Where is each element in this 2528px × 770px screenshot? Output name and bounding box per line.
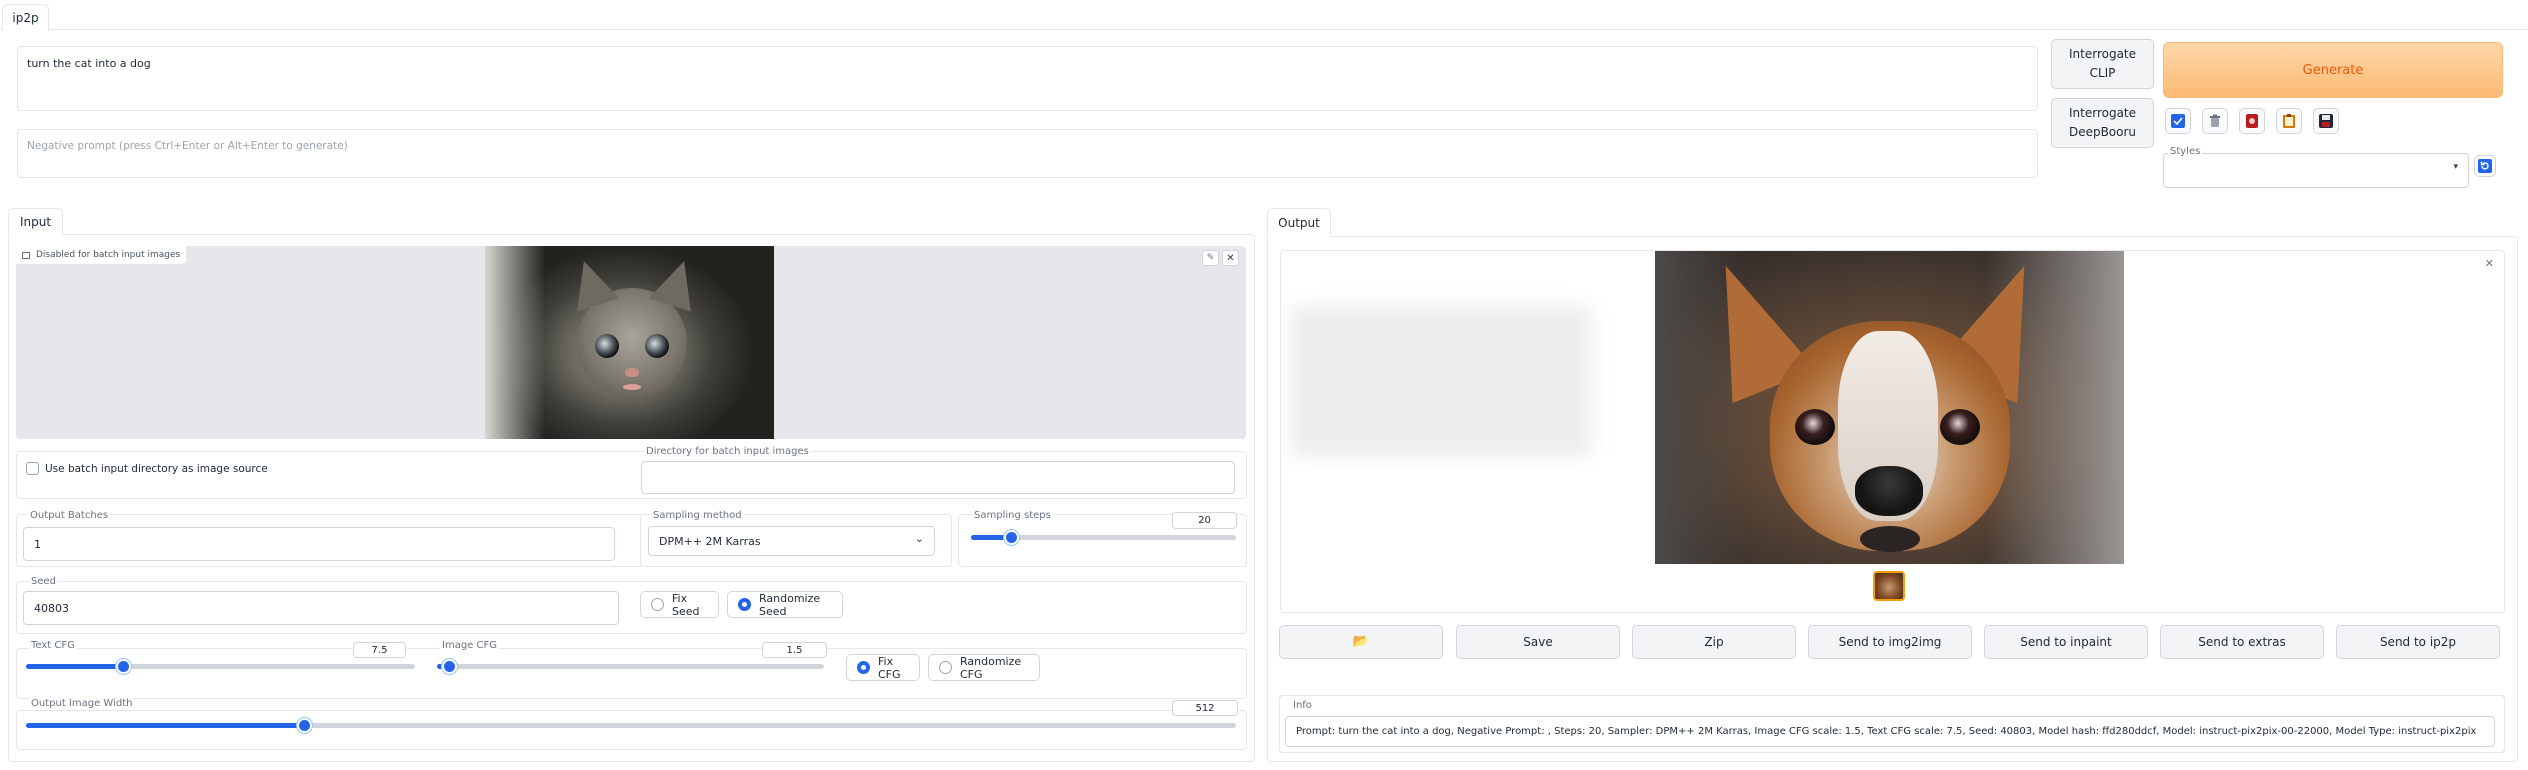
output-batches-label: Output Batches xyxy=(28,510,111,522)
prompt-input[interactable]: turn the cat into a dog xyxy=(17,46,2038,111)
open-folder-button[interactable]: 📂 xyxy=(1279,625,1443,659)
batch-checkbox[interactable] xyxy=(26,462,39,475)
image-cfg-slider[interactable] xyxy=(437,659,824,674)
negative-prompt-input[interactable]: Negative prompt (press Ctrl+Enter or Alt… xyxy=(17,129,2038,178)
fix-seed-radio[interactable]: Fix Seed xyxy=(640,591,719,618)
image-icon xyxy=(22,251,30,259)
checkbox-tool-icon[interactable] xyxy=(2165,108,2191,134)
batch-dir-input[interactable] xyxy=(641,461,1235,494)
batch-checkbox-label: Use batch input directory as image sourc… xyxy=(45,463,268,475)
output-gallery: ✕ xyxy=(1280,250,2505,613)
tab-ip2p[interactable]: ip2p xyxy=(2,4,49,31)
info-text: Prompt: turn the cat into a dog, Negativ… xyxy=(1285,716,2495,747)
image-badge-text: Disabled for batch input images xyxy=(36,250,181,260)
styles-dropdown[interactable]: ▾ xyxy=(2163,153,2469,188)
send-to-img2img-button[interactable]: Send to img2img xyxy=(1808,625,1972,659)
interrogate-deepbooru-label-2: DeepBooru xyxy=(2068,125,2137,139)
width-label: Output Image Width xyxy=(29,698,135,710)
generate-button[interactable]: Generate xyxy=(2163,42,2503,98)
fix-cfg-radio[interactable]: Fix CFG xyxy=(846,654,920,681)
negative-prompt-placeholder: Negative prompt (press Ctrl+Enter or Alt… xyxy=(27,140,348,152)
interrogate-clip-label-2: CLIP xyxy=(2089,66,2116,80)
width-slider[interactable] xyxy=(26,718,1236,733)
sampling-steps-number[interactable]: 20 xyxy=(1172,512,1237,529)
output-thumbnail[interactable] xyxy=(1873,571,1905,601)
interrogate-deepbooru-button[interactable]: Interrogate DeepBooru xyxy=(2051,98,2154,148)
save-button[interactable]: Save xyxy=(1456,625,1620,659)
image-badge: Disabled for batch input images xyxy=(16,246,187,264)
chevron-down-icon: ⌄ xyxy=(914,532,924,545)
text-cfg-number[interactable]: 7.5 xyxy=(353,642,406,658)
sampling-steps-label: Sampling steps xyxy=(972,510,1053,522)
zip-button[interactable]: Zip xyxy=(1632,625,1796,659)
refresh-styles-icon[interactable] xyxy=(2474,155,2496,177)
image-cfg-number[interactable]: 1.5 xyxy=(762,642,827,658)
tab-input[interactable]: Input xyxy=(8,208,63,235)
blurred-preview-image xyxy=(1291,306,1591,456)
image-cfg-label: Image CFG xyxy=(440,640,499,652)
seed-input[interactable]: 40803 xyxy=(23,591,619,625)
fix-seed-label: Fix Seed xyxy=(672,591,700,618)
trash-icon[interactable] xyxy=(2202,108,2228,134)
interrogate-deepbooru-label-1: Interrogate xyxy=(2068,106,2137,121)
clear-image-icon[interactable]: ✕ xyxy=(1222,250,1239,266)
info-label: Info xyxy=(1291,700,1314,712)
sampling-method-select[interactable]: DPM++ 2M Karras ⌄ xyxy=(648,526,935,556)
styles-label: Styles xyxy=(2168,146,2203,158)
input-cat-image xyxy=(485,246,774,439)
save-style-icon[interactable] xyxy=(2313,108,2339,134)
seed-label: Seed xyxy=(29,576,58,588)
output-batches-input[interactable]: 1 xyxy=(23,527,615,561)
interrogate-clip-button[interactable]: Interrogate CLIP xyxy=(2051,39,2154,89)
randomize-cfg-radio[interactable]: Randomize CFG xyxy=(928,654,1040,681)
batch-dir-label: Directory for batch input images xyxy=(644,446,811,458)
prompt-text: turn the cat into a dog xyxy=(27,57,151,70)
edit-image-icon[interactable]: ✎ xyxy=(1202,250,1219,266)
clipboard-icon[interactable] xyxy=(2276,108,2302,134)
send-to-ip2p-button[interactable]: Send to ip2p xyxy=(2336,625,2500,659)
width-group xyxy=(16,710,1247,750)
cfg-group xyxy=(16,648,1247,699)
sampling-method-value: DPM++ 2M Karras xyxy=(659,534,761,548)
red-card-icon[interactable] xyxy=(2239,108,2265,134)
text-cfg-label: Text CFG xyxy=(29,640,77,652)
sampling-method-label: Sampling method xyxy=(651,510,744,522)
randomize-seed-label: Randomize Seed xyxy=(759,591,821,618)
text-cfg-slider[interactable] xyxy=(26,659,415,674)
send-to-inpaint-button[interactable]: Send to inpaint xyxy=(1984,625,2148,659)
interrogate-clip-label-1: Interrogate xyxy=(2068,47,2137,62)
randomize-seed-radio[interactable]: Randomize Seed xyxy=(727,591,843,618)
width-number[interactable]: 512 xyxy=(1172,700,1238,716)
fix-cfg-label: Fix CFG xyxy=(878,654,901,681)
tab-output[interactable]: Output xyxy=(1267,208,1331,237)
randomize-cfg-label: Randomize CFG xyxy=(960,654,1022,681)
chevron-down-icon: ▾ xyxy=(2453,162,2458,172)
send-to-extras-button[interactable]: Send to extras xyxy=(2160,625,2324,659)
output-dog-image[interactable] xyxy=(1655,251,2124,564)
close-gallery-icon[interactable]: ✕ xyxy=(2485,257,2494,270)
sampling-steps-slider[interactable] xyxy=(971,530,1236,545)
input-image-area[interactable]: Disabled for batch input images ✎ ✕ xyxy=(16,246,1246,439)
